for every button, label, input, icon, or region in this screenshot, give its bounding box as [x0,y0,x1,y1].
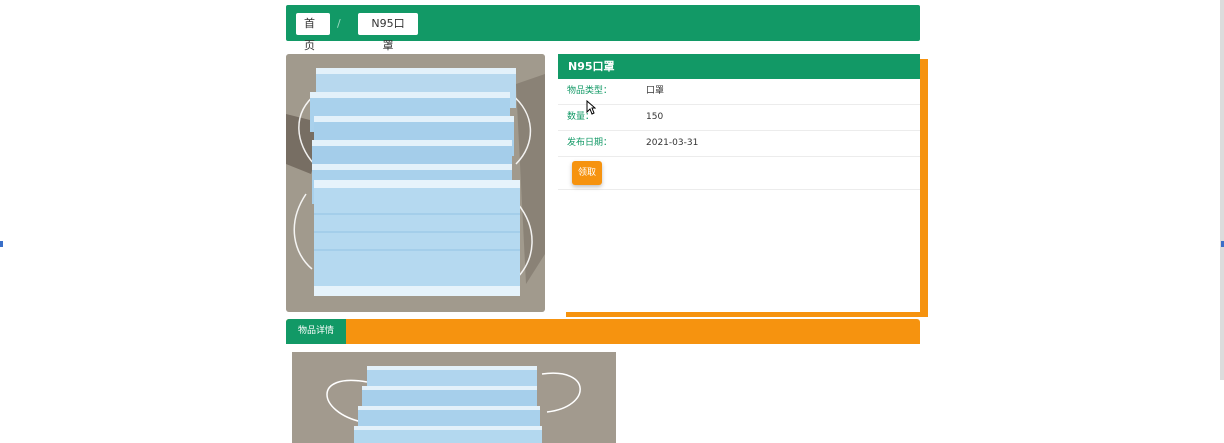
product-info-panel: N95口罩 物品类型： 口罩 数量： 150 发布日期： 2021-03-31 … [558,54,920,312]
field-row-date: 发布日期： 2021-03-31 [558,131,920,157]
field-row-type: 物品类型： 口罩 [558,79,920,105]
breadcrumb-home-link[interactable]: 首页 [296,13,330,52]
product-image [286,54,545,312]
detail-tab-bar: 物品详情 [286,319,920,344]
breadcrumb-separator: / [337,17,341,30]
field-row-quantity: 数量： 150 [558,105,920,131]
product-title: N95口罩 [558,54,920,79]
field-value: 2021-03-31 [646,138,699,148]
mouse-cursor-icon [586,100,596,115]
field-value: 口罩 [646,86,665,96]
action-row: 领取 [558,157,920,190]
field-value: 150 [646,112,664,122]
field-label: 发布日期： [567,138,613,148]
detail-image [292,352,616,443]
tab-item-details[interactable]: 物品详情 [286,319,346,344]
breadcrumb-current[interactable]: N95口罩 [358,13,418,52]
page-scrollbar[interactable] [1220,0,1224,380]
claim-button[interactable]: 领取 [572,161,602,185]
left-edge-marker [0,241,3,247]
breadcrumb: 首页 / N95口罩 [286,5,920,52]
